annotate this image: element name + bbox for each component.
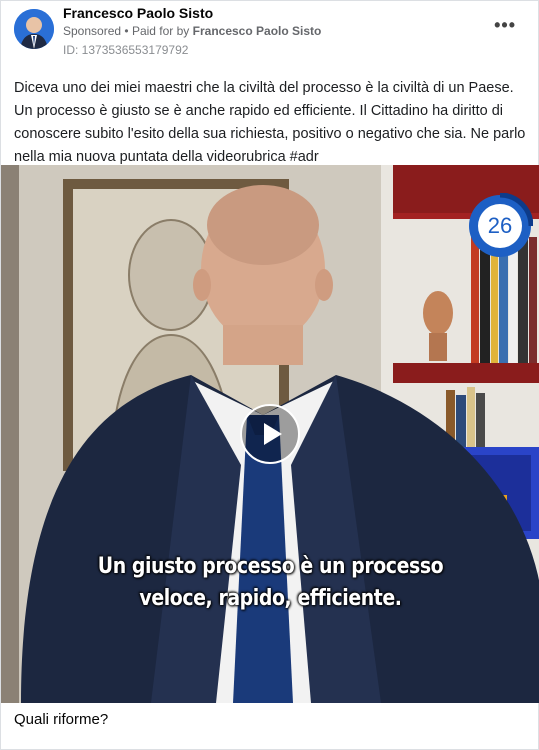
play-button[interactable] [240, 404, 300, 464]
author-name[interactable]: Francesco Paolo Sisto [63, 5, 213, 21]
video-subtitle-line-2: veloce, rapido, efficiente. [139, 586, 402, 611]
ad-headline[interactable]: Quali riforme? [14, 711, 108, 728]
sponsored-line: Sponsored • Paid for by Francesco Paolo … [63, 24, 321, 38]
post-header: Francesco Paolo Sisto Sponsored • Paid f… [1, 1, 539, 67]
ad-card: Francesco Paolo Sisto Sponsored • Paid f… [0, 0, 539, 750]
post-caption: Diceva uno dei miei maestri che la civil… [14, 80, 526, 165]
sponsored-label: Sponsored [63, 24, 122, 38]
video-player[interactable]: 26 Un giusto processo è un processo velo… [1, 165, 539, 703]
more-options-icon[interactable]: ••• [494, 15, 516, 36]
badge-number-icon: 26 [467, 192, 534, 259]
author-avatar[interactable] [14, 9, 54, 49]
avatar-portrait-icon [14, 9, 54, 49]
separator-dot: • [124, 24, 129, 38]
paid-for-prefix: Paid for by [131, 24, 190, 38]
video-subtitle-line-1: Un giusto processo è un processo [97, 554, 444, 579]
play-icon [264, 423, 282, 445]
ad-id: ID: 1373536553179792 [63, 43, 189, 57]
paid-for-name[interactable]: Francesco Paolo Sisto [193, 24, 322, 38]
badge-number: 26 [487, 213, 513, 238]
